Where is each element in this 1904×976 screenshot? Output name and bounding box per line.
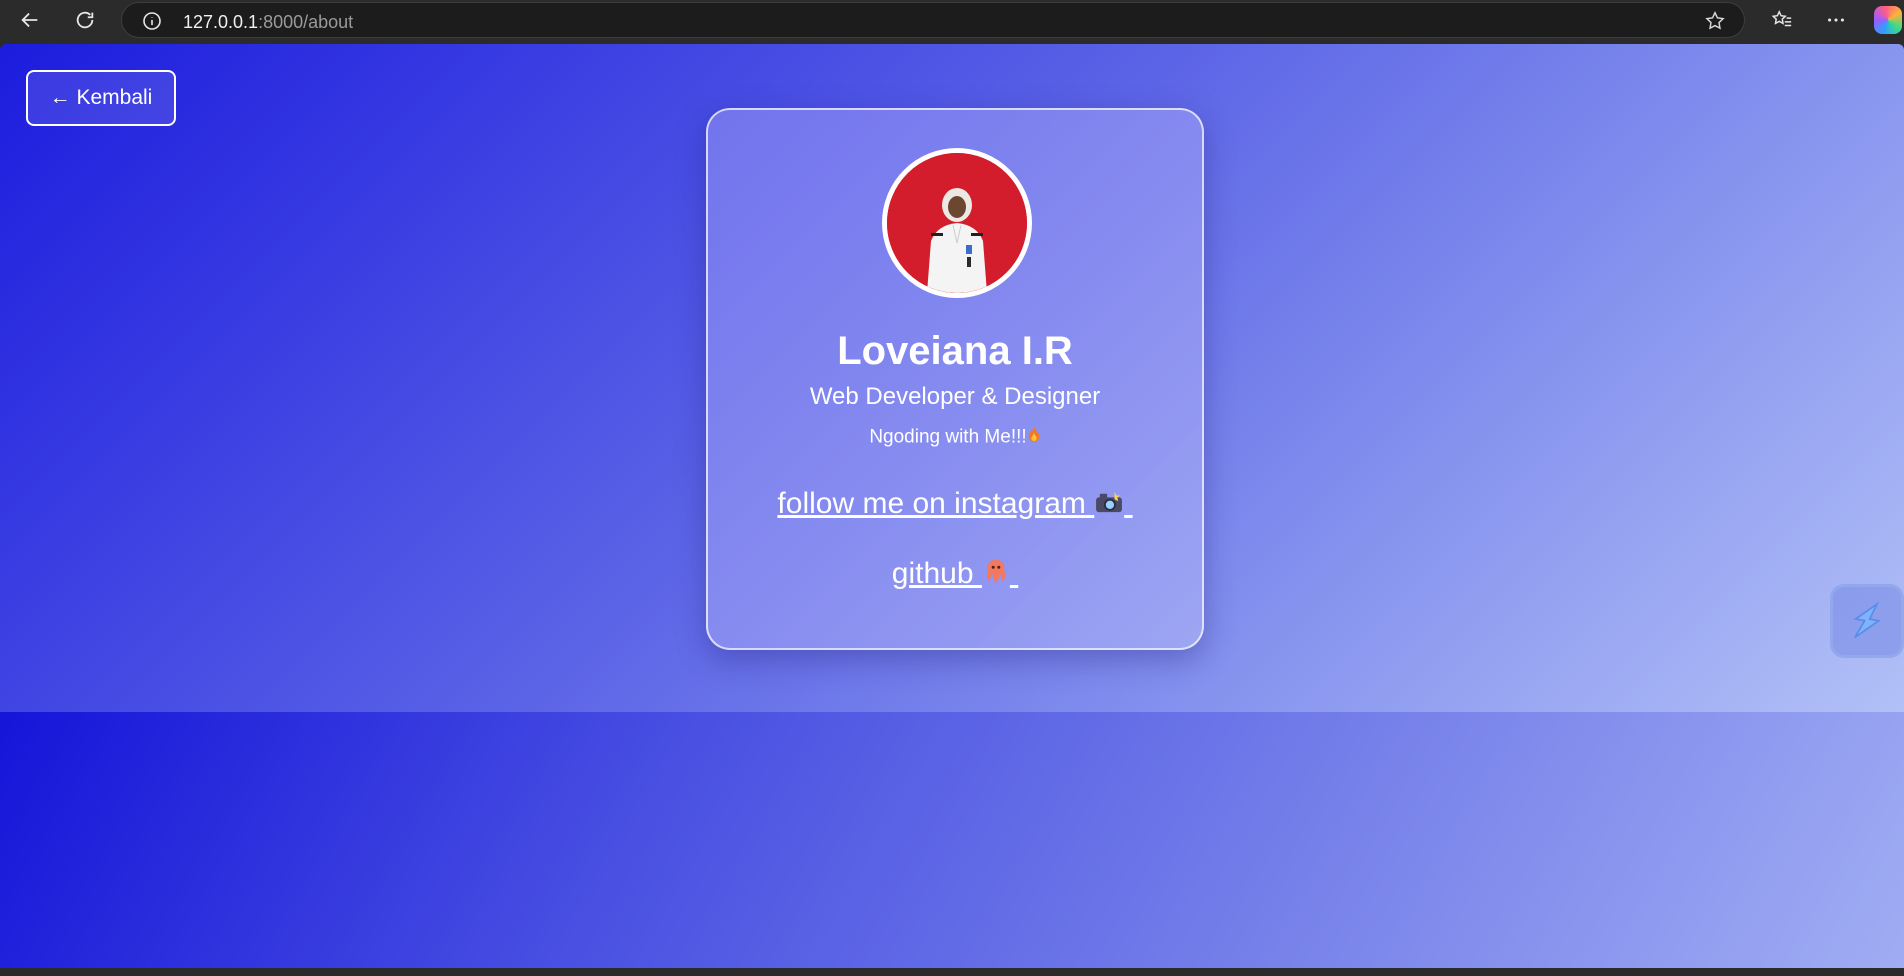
instagram-link[interactable]: follow me on instagram: [708, 486, 1202, 523]
floating-bolt-widget[interactable]: [1830, 584, 1904, 658]
github-link-text: github: [891, 557, 974, 590]
url-host: 127.0.0.1: [183, 12, 259, 32]
favorites-icon[interactable]: [1766, 4, 1798, 36]
profile-role: Web Developer & Designer: [809, 383, 1101, 410]
fire-icon: [1027, 425, 1041, 450]
url-text[interactable]: 127.0.0.1:8000/about: [183, 12, 353, 33]
more-menu-icon[interactable]: [1820, 4, 1852, 36]
back-button[interactable]: ← Kembali: [26, 70, 176, 126]
page-viewport: ← Kembali Loveiana I.R Web Developer & D…: [0, 44, 1904, 968]
instagram-link-text: follow me on instagram: [777, 487, 1086, 520]
github-link[interactable]: github: [708, 556, 1202, 594]
profile-tagline: Ngoding with Me!!!: [708, 425, 1202, 450]
copilot-icon[interactable]: [1874, 6, 1902, 34]
site-info-icon[interactable]: [142, 11, 162, 31]
octopus-icon: [982, 557, 1010, 594]
browser-bottom-edge: [0, 968, 1904, 976]
bookmark-star-icon[interactable]: [1704, 10, 1726, 32]
camera-icon: [1094, 487, 1124, 523]
reload-icon[interactable]: [69, 4, 101, 36]
hero-section: ← Kembali Loveiana I.R Web Developer & D…: [0, 44, 1904, 712]
tagline-text: Ngoding with Me!!!: [869, 426, 1027, 448]
back-arrow-icon[interactable]: [14, 4, 46, 36]
profile-card: Loveiana I.R Web Developer & Designer Ng…: [706, 108, 1204, 650]
profile-name: Loveiana I.R: [837, 329, 1073, 373]
avatar: [882, 148, 1032, 298]
url-path: :8000/about: [258, 12, 354, 32]
lower-section: [0, 712, 1904, 968]
address-bar[interactable]: 127.0.0.1:8000/about: [121, 2, 1745, 38]
avatar-photo: [887, 153, 1027, 293]
bolt-icon: [1853, 601, 1881, 639]
browser-toolbar: 127.0.0.1:8000/about: [0, 0, 1904, 40]
